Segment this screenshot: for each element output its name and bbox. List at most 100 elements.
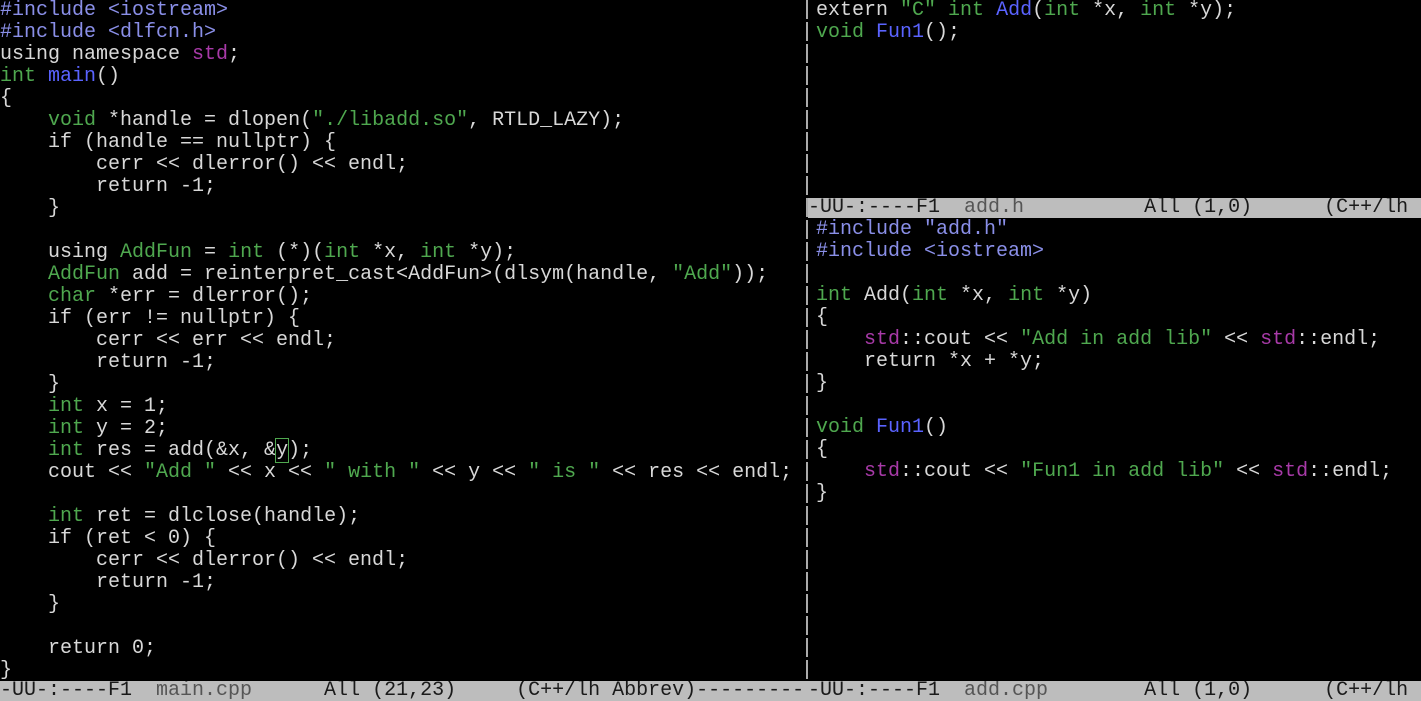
code-token: *y); — [1176, 0, 1237, 22]
code-line[interactable]: } — [0, 374, 792, 396]
code-token: , RTLD_LAZY); — [468, 109, 625, 132]
editor-window-main-cpp[interactable]: #include <iostream> #include <dlfcn.h> usi… — [0, 0, 801, 681]
code-line[interactable]: return 0; — [0, 638, 792, 660]
code-line[interactable]: int x = 1; — [0, 396, 792, 418]
code-line[interactable]: void *handle = dlopen("./libadd.so", RTL… — [0, 110, 792, 132]
code-line[interactable]: void Fun1() — [816, 417, 1392, 439]
code-token: "./libadd.so" — [312, 109, 469, 132]
code-line[interactable] — [816, 263, 1392, 285]
code-buffer-add-h[interactable]: extern "C" int Add(int *x, int *y); void … — [816, 0, 1236, 44]
code-token: int — [228, 241, 265, 264]
divider-segment: | — [801, 307, 814, 330]
code-line[interactable]: void Fun1(); — [816, 22, 1236, 44]
code-line[interactable]: char *err = dlerror(); — [0, 286, 792, 308]
code-line[interactable]: int Add(int *x, int *y) — [816, 285, 1392, 307]
code-token: int — [1140, 0, 1177, 22]
code-line[interactable]: #include "add.h" — [816, 219, 1392, 241]
code-token: (); — [924, 21, 961, 44]
code-line[interactable]: cout << "Add " << x << " with " << y << … — [0, 462, 792, 484]
code-line[interactable]: return *x + *y; — [816, 351, 1392, 373]
code-line[interactable]: cerr << dlerror() << endl; — [0, 154, 792, 176]
code-token: *err = dlerror(); — [96, 285, 313, 308]
code-line[interactable]: } — [0, 659, 792, 682]
modeline-status: -UU-:----F1 — [0, 681, 157, 701]
code-token: Fun1 — [876, 21, 925, 44]
code-token: ::endl; — [1308, 460, 1393, 483]
code-line[interactable]: std::cout << "Fun1 in add lib" << std::e… — [816, 461, 1392, 483]
divider-segment: | — [801, 659, 814, 682]
code-line[interactable]: { — [816, 439, 1392, 461]
code-line[interactable]: std::cout << "Add in add lib" << std::en… — [816, 329, 1392, 351]
editor-window-add-h[interactable]: extern "C" int Add(int *x, int *y); void … — [816, 0, 1421, 198]
code-line[interactable]: { — [816, 307, 1392, 329]
divider-segment: | — [801, 109, 814, 132]
code-token: int — [1044, 0, 1081, 22]
code-line[interactable]: } — [0, 594, 792, 616]
code-line[interactable]: cerr << dlerror() << endl; — [0, 550, 792, 572]
code-line[interactable]: using namespace std; — [0, 44, 792, 66]
code-token: *y) — [1044, 284, 1093, 307]
divider-segment: | — [801, 65, 814, 88]
code-line[interactable]: } — [816, 373, 1392, 395]
code-line[interactable]: } — [816, 483, 1392, 505]
divider-segment: | — [801, 637, 814, 660]
code-line[interactable] — [0, 616, 792, 638]
code-token: *x, — [948, 284, 1009, 307]
divider-segment: | — [801, 571, 814, 594]
code-line[interactable]: int main() — [0, 66, 792, 88]
code-line[interactable]: if (handle == nullptr) { — [0, 132, 792, 154]
code-line[interactable]: cerr << err << endl; — [0, 330, 792, 352]
editor-window-add-cpp[interactable]: #include "add.h" #include <iostream> int A… — [816, 219, 1421, 681]
code-line[interactable]: } — [0, 198, 792, 220]
code-line[interactable]: #include <iostream> — [816, 241, 1392, 263]
code-token: "Add in add lib" — [1020, 328, 1213, 351]
code-line[interactable]: using AddFun = int (*)(int *x, int *y); — [0, 242, 792, 264]
code-line[interactable] — [0, 484, 792, 506]
code-token: std — [1260, 328, 1297, 351]
divider-segment: | — [801, 263, 814, 286]
code-token: int — [0, 65, 49, 88]
code-token: #include <dlfcn.h> — [0, 21, 217, 44]
code-buffer-main-cpp[interactable]: #include <iostream> #include <dlfcn.h> usi… — [0, 0, 792, 681]
code-line[interactable]: int res = add(&x, &y); — [0, 438, 792, 463]
code-line[interactable]: return -1; — [0, 176, 792, 198]
code-line[interactable]: { — [0, 88, 792, 110]
code-token: void — [816, 21, 865, 44]
code-token: int — [420, 241, 457, 264]
divider-segment: | — [801, 461, 814, 484]
code-line[interactable]: int ret = dlclose(handle); — [0, 506, 792, 528]
window-divider[interactable]: | | | | | | | | | | | | | | | | | | | | | | | | | | | | | | | — [801, 0, 815, 682]
code-line[interactable]: AddFun add = reinterpret_cast<AddFun>(dl… — [0, 264, 792, 286]
code-line[interactable]: int y = 2; — [0, 418, 792, 440]
code-buffer-add-cpp[interactable]: #include "add.h" #include <iostream> int A… — [816, 219, 1392, 505]
code-token: << y << — [420, 461, 529, 484]
code-token: = — [192, 241, 229, 264]
code-token: } — [0, 197, 61, 220]
code-line[interactable] — [816, 395, 1392, 417]
code-line[interactable]: extern "C" int Add(int *x, int *y); — [816, 0, 1236, 22]
code-token: cerr << err << endl; — [0, 329, 337, 352]
code-line[interactable]: return -1; — [0, 352, 792, 374]
code-line[interactable]: #include <iostream> — [0, 0, 792, 22]
code-line[interactable]: return -1; — [0, 572, 792, 594]
divider-segment: | — [801, 505, 814, 528]
code-token: ret = dlclose(handle); — [84, 505, 361, 528]
code-line[interactable]: if (err != nullptr) { — [0, 308, 792, 330]
divider-segment: | — [801, 527, 814, 550]
code-token: return -1; — [0, 571, 217, 594]
code-token: int — [816, 284, 853, 307]
code-token: std — [864, 328, 901, 351]
code-line[interactable] — [0, 220, 792, 242]
modeline-add-cpp: -UU-:----F1 add.cpp All (1,0) (C++/lh — [808, 681, 1421, 701]
code-line[interactable]: if (ret < 0) { — [0, 528, 792, 550]
code-token: res = add(&x, & — [84, 439, 277, 462]
modeline-add-h: -UU-:----F1 add.h All (1,0) (C++/lh — [808, 198, 1421, 218]
code-token: } — [0, 659, 13, 682]
divider-segment: | — [801, 87, 814, 110]
code-line[interactable]: #include <dlfcn.h> — [0, 22, 792, 44]
